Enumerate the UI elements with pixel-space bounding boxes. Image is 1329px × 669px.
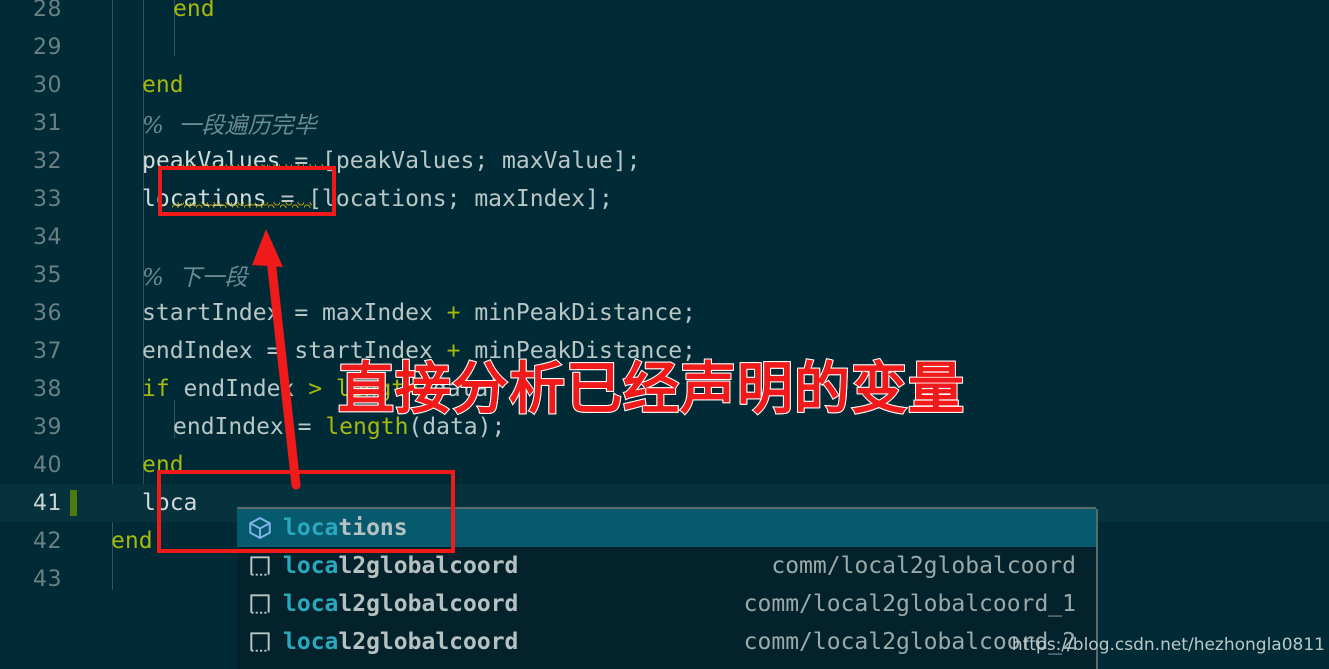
line-number: 33 [33,186,62,212]
line-number: 31 [33,110,62,136]
suggestion-match: loca [283,553,339,579]
unit-file-icon [237,629,283,655]
suggestion-rest: l2globalcoord [338,629,519,655]
line-number: 36 [33,300,62,326]
suggest-top-border [237,507,1096,509]
line-number: 28 [33,0,62,22]
code-token: + [446,300,461,326]
watermark-url: https://blog.csdn.net/hezhongla0811 [1011,635,1325,655]
code-token: end [142,452,184,478]
line-number: 42 [33,528,62,554]
code-token: peakValues [142,148,281,174]
code-token: locations [142,186,267,212]
code-token: > [308,376,323,402]
unit-file-icon [237,591,283,617]
editor-line[interactable]: 28 end [0,0,1329,28]
code-token: loca [142,490,198,516]
squiggle-peakvalues [172,164,324,170]
suggestion-rest: l2globalcoord [338,591,519,617]
suggestion-label: local2globalcoord [283,591,518,617]
code-text: end [142,446,184,484]
editor-line[interactable]: 33 locations = [locations; maxIndex]; [0,180,1329,218]
editor-line[interactable]: 31 % 一段遍历完毕 [0,104,1329,142]
suggestion-label: local2globalcoord [283,553,518,579]
suggestion-match: loca [283,515,339,541]
line-number: 30 [33,72,62,98]
code-text: end [173,0,215,28]
code-token: end [142,72,184,98]
code-text: end [142,66,184,104]
line-number: 40 [33,452,62,478]
suggestion-label: locations [283,515,408,541]
suggestion-detail: comm/local2globalcoord_1 [743,591,1076,617]
suggestion-item[interactable]: local2globalcoord comm/local2globalcoord [237,547,1096,585]
code-text: peakValues = [peakValues; maxValue]; [142,142,641,180]
suggestion-item[interactable]: locations [237,509,1096,547]
editor-line[interactable]: 36 startIndex = maxIndex + minPeakDistanc… [0,294,1329,332]
code-token: % 下一段 [142,265,248,291]
editor-line[interactable]: 34 [0,218,1329,256]
code-token: % 一段遍历完毕 [142,113,317,139]
suggestion-item[interactable]: local2globalcoord comm/local2globalcoord_… [237,623,1096,661]
annotation-callout-text: 直接分析已经声明的变量 [337,356,965,423]
line-number: 29 [33,34,62,60]
code-token: endIndex [169,376,309,402]
line-number: 43 [33,566,62,592]
code-token: endIndex = [173,414,326,440]
code-text: loca [142,484,197,522]
cursor-gutter-marker [70,490,77,516]
code-text: % 一段遍历完毕 [142,104,316,142]
suggestion-detail: comm/local2globalcoord [771,553,1076,579]
editor-line[interactable]: 35 % 下一段 [0,256,1329,294]
squiggle-locations [172,202,312,208]
code-text: % 下一段 [142,256,247,294]
suggestion-match: loca [283,591,339,617]
line-number: 38 [33,376,62,402]
suggestion-item[interactable]: local2globalcoord comm/local2globalcoord_… [237,585,1096,623]
variable-cube-icon [237,515,283,541]
line-number: 41 [33,490,62,516]
code-token: end [111,528,153,554]
editor-line[interactable]: 30 end [0,66,1329,104]
editor-line[interactable]: 29 [0,28,1329,66]
code-text: locations = [locations; maxIndex]; [142,180,613,218]
suggestion-label: local2globalcoord [283,629,518,655]
line-number: 32 [33,148,62,174]
code-text: end [111,522,153,560]
code-token: if [142,376,170,402]
editor-line[interactable]: 40 end [0,446,1329,484]
suggestion-rest: l2globalcoord [338,553,519,579]
line-number: 39 [33,414,62,440]
suggestion-rest: tions [338,515,408,541]
line-number: 35 [33,262,62,288]
code-text: startIndex = maxIndex + minPeakDistance; [142,294,696,332]
suggestion-match: loca [283,629,339,655]
code-token: startIndex = maxIndex [142,300,447,326]
unit-file-icon [237,553,283,579]
code-token: = [peakValues; maxValue]; [280,148,641,174]
code-token: = [locations; maxIndex]; [266,186,613,212]
editor-line[interactable]: 32 peakValues = [peakValues; maxValue]; [0,142,1329,180]
code-token: end [173,0,215,22]
line-number: 37 [33,338,62,364]
code-token: minPeakDistance; [460,300,696,326]
autocomplete-dropdown[interactable]: locations local2globalcoord comm/local2glo… [237,509,1098,669]
line-number: 34 [33,224,62,250]
